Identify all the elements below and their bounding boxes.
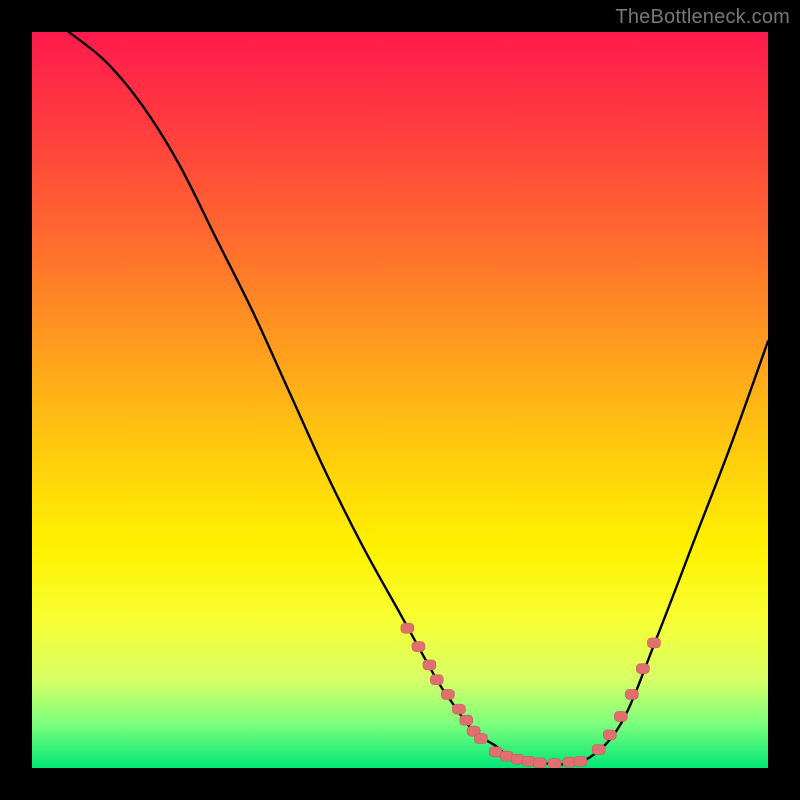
bottleneck-curve (69, 32, 768, 765)
curve-markers (401, 623, 661, 768)
curve-marker (614, 711, 627, 721)
chart-svg (32, 32, 768, 768)
curve-marker (647, 638, 660, 648)
curve-marker (636, 664, 649, 674)
curve-marker (460, 715, 473, 725)
curve-marker (412, 642, 425, 652)
curve-marker (452, 704, 465, 714)
curve-marker (592, 745, 605, 755)
curve-marker (423, 660, 436, 670)
curve-marker (441, 689, 454, 699)
curve-marker (574, 756, 587, 766)
curve-marker (548, 759, 561, 768)
curve-marker (474, 734, 487, 744)
watermark-text: TheBottleneck.com (615, 6, 790, 29)
curve-marker (603, 730, 616, 740)
plot-area (32, 32, 768, 768)
curve-marker (625, 689, 638, 699)
curve-marker (401, 623, 414, 633)
curve-marker (430, 675, 443, 685)
chart-frame: TheBottleneck.com (0, 0, 800, 800)
curve-marker (533, 758, 546, 768)
